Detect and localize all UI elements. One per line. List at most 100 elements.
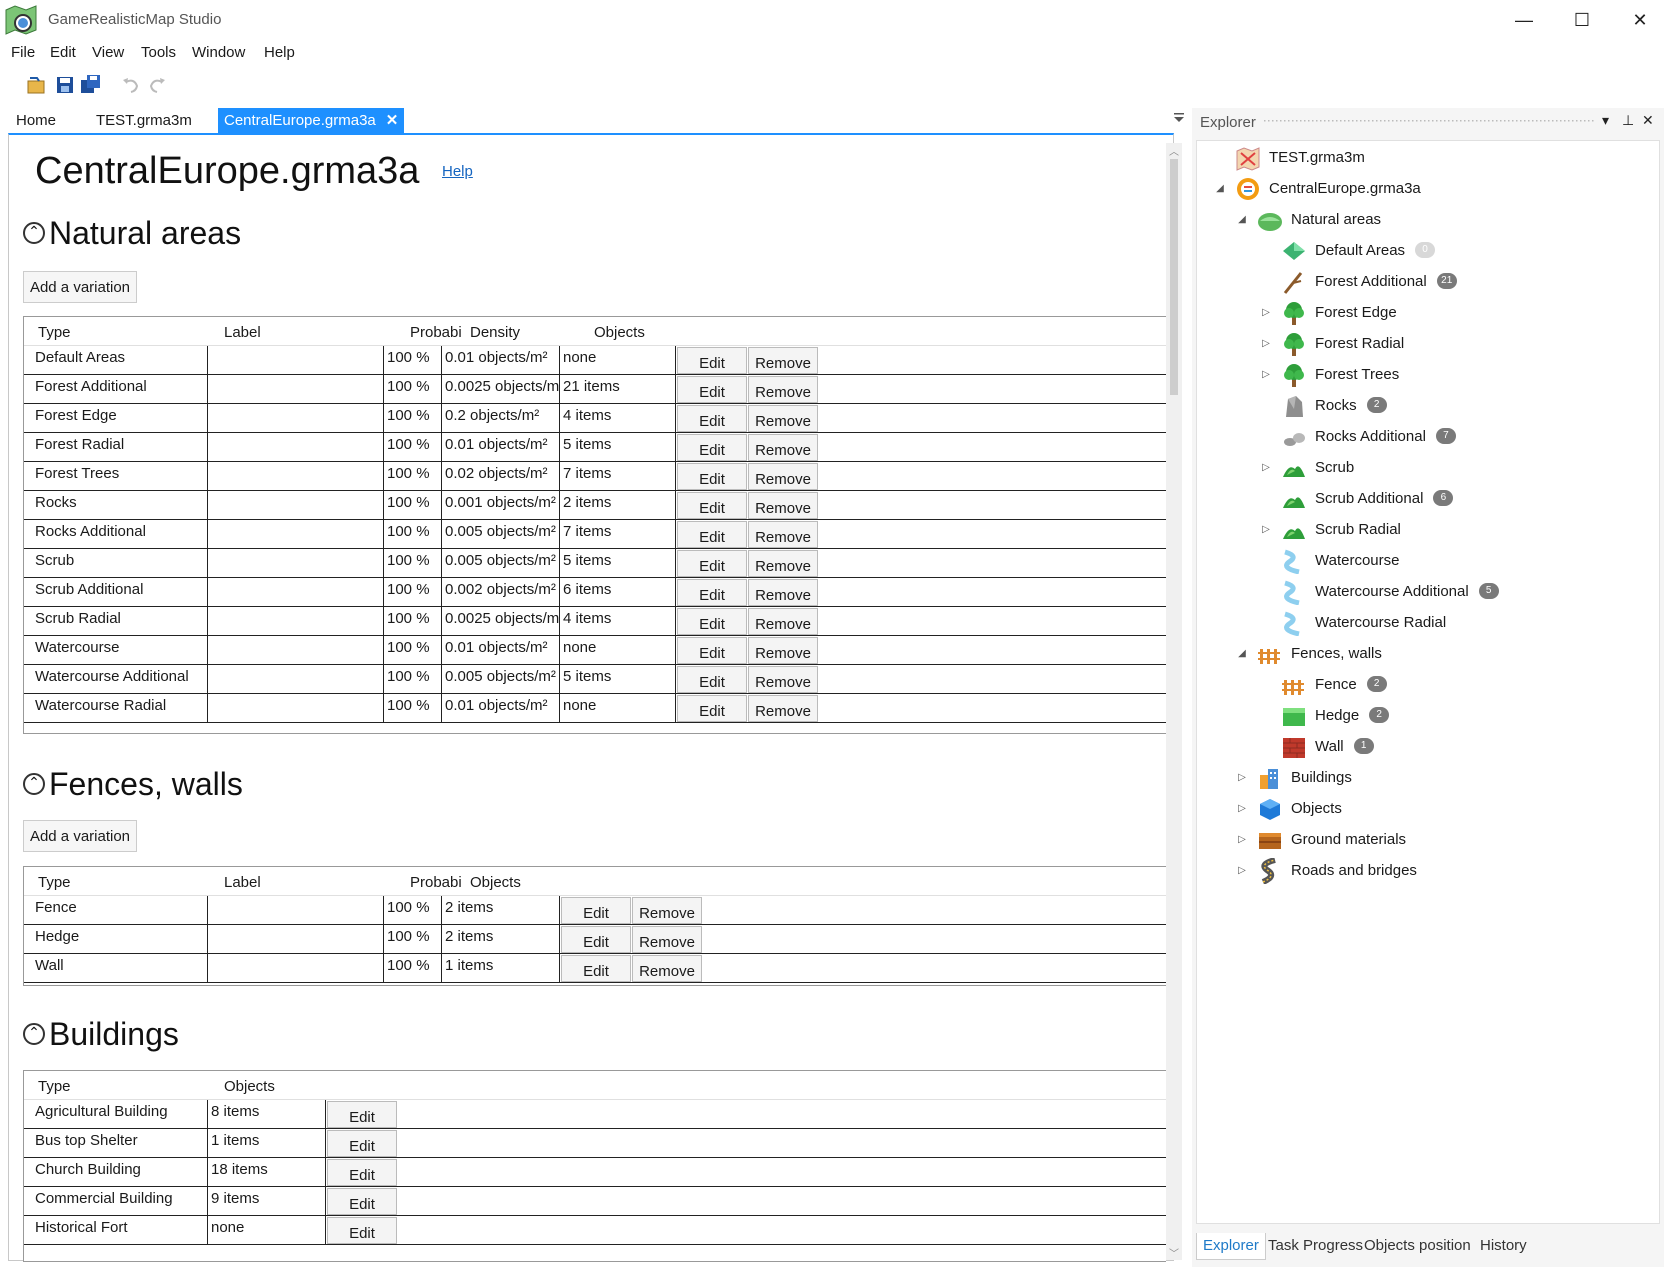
- remove-button[interactable]: Remove: [748, 608, 818, 635]
- col-label[interactable]: Label: [224, 324, 261, 341]
- edit-button[interactable]: Edit: [561, 926, 631, 953]
- edit-button[interactable]: Edit: [327, 1159, 397, 1186]
- cell-label[interactable]: [208, 954, 384, 983]
- close-window-button[interactable]: ✕: [1620, 6, 1660, 34]
- add-variation-button[interactable]: Add a variation: [23, 820, 137, 852]
- tree-expander-icon[interactable]: ▷: [1259, 454, 1273, 482]
- collapse-icon[interactable]: ⌃: [23, 1022, 45, 1045]
- cell-label[interactable]: [208, 607, 384, 636]
- scroll-thumb[interactable]: [1170, 159, 1178, 395]
- edit-button[interactable]: Edit: [677, 608, 747, 635]
- menu-help[interactable]: Help: [264, 44, 295, 61]
- scroll-down-icon[interactable]: ﹀: [1166, 1245, 1182, 1260]
- remove-button[interactable]: Remove: [748, 637, 818, 664]
- remove-button[interactable]: Remove: [632, 897, 702, 924]
- remove-button[interactable]: Remove: [748, 666, 818, 693]
- edit-button[interactable]: Edit: [327, 1188, 397, 1215]
- edit-button[interactable]: Edit: [677, 579, 747, 606]
- cell-label[interactable]: [208, 491, 384, 520]
- table-row[interactable]: Rocks Additional 100 % 0.005 objects/m² 7 i…: [24, 520, 1166, 549]
- tree-expander-icon[interactable]: ▷: [1235, 795, 1249, 823]
- tab-overflow-icon[interactable]: [1172, 110, 1186, 124]
- remove-button[interactable]: Remove: [748, 376, 818, 403]
- remove-button[interactable]: Remove: [748, 521, 818, 548]
- tree-expander-icon[interactable]: ◢: [1235, 206, 1249, 234]
- edit-button[interactable]: Edit: [677, 434, 747, 461]
- table-row[interactable]: Forest Radial 100 % 0.01 objects/m² 5 items…: [24, 433, 1166, 462]
- cell-label[interactable]: [208, 896, 384, 925]
- panel-menu-icon[interactable]: ▾: [1602, 112, 1609, 129]
- menu-window[interactable]: Window: [192, 44, 245, 61]
- remove-button[interactable]: Remove: [748, 695, 818, 722]
- cell-label[interactable]: [208, 636, 384, 665]
- table-row[interactable]: Scrub Additional 100 % 0.002 objects/m² 6 i…: [24, 578, 1166, 607]
- tree-expander-icon[interactable]: ▷: [1259, 299, 1273, 327]
- menu-file[interactable]: File: [11, 44, 35, 61]
- table-row[interactable]: Agricultural Building 8 items Edit: [24, 1100, 1166, 1129]
- save-icon[interactable]: [54, 74, 76, 96]
- cell-label[interactable]: [208, 404, 384, 433]
- col-type[interactable]: Type: [38, 874, 71, 891]
- cell-label[interactable]: [208, 578, 384, 607]
- table-row[interactable]: Default Areas 100 % 0.01 objects/m² none Edi…: [24, 346, 1166, 375]
- cell-label[interactable]: [208, 375, 384, 404]
- col-objects[interactable]: Objects: [470, 874, 521, 891]
- tab-test-grma3m[interactable]: TEST.grma3m: [90, 108, 198, 134]
- edit-button[interactable]: Edit: [327, 1130, 397, 1157]
- remove-button[interactable]: Remove: [748, 347, 818, 374]
- redo-icon[interactable]: [146, 74, 168, 96]
- table-row[interactable]: Watercourse Additional 100 % 0.005 objects…: [24, 665, 1166, 694]
- drag-grip[interactable]: [1264, 120, 1594, 124]
- remove-button[interactable]: Remove: [748, 550, 818, 577]
- table-row[interactable]: Church Building 18 items Edit: [24, 1158, 1166, 1187]
- menu-tools[interactable]: Tools: [141, 44, 176, 61]
- cell-label[interactable]: [208, 433, 384, 462]
- edit-button[interactable]: Edit: [677, 492, 747, 519]
- undo-icon[interactable]: [120, 74, 142, 96]
- scroll-up-icon[interactable]: ︿: [1166, 143, 1182, 158]
- edit-button[interactable]: Edit: [677, 637, 747, 664]
- table-row[interactable]: Forest Additional 100 % 0.0025 objects/m² 2…: [24, 375, 1166, 404]
- col-type[interactable]: Type: [38, 1078, 71, 1095]
- tab-centraleurope[interactable]: CentralEurope.grma3a ✕: [218, 108, 405, 134]
- tree-expander-icon[interactable]: ▷: [1235, 764, 1249, 792]
- table-row[interactable]: Rocks 100 % 0.001 objects/m² 2 items Edit Rem…: [24, 491, 1166, 520]
- cell-label[interactable]: [208, 520, 384, 549]
- table-row[interactable]: Hedge 100 % 2 items Edit Remove: [24, 925, 1166, 954]
- col-probability[interactable]: Probabi: [410, 874, 462, 891]
- table-row[interactable]: Historical Fort none Edit: [24, 1216, 1166, 1245]
- edit-button[interactable]: Edit: [677, 376, 747, 403]
- minimize-button[interactable]: —: [1504, 6, 1544, 34]
- panel-tab-task-progress[interactable]: Task Progress: [1262, 1233, 1369, 1259]
- cell-label[interactable]: [208, 665, 384, 694]
- tree-expander-icon[interactable]: ◢: [1235, 640, 1249, 668]
- cell-label[interactable]: [208, 549, 384, 578]
- table-row[interactable]: Watercourse Radial 100 % 0.01 objects/m² no…: [24, 694, 1166, 723]
- edit-button[interactable]: Edit: [677, 666, 747, 693]
- remove-button[interactable]: Remove: [632, 926, 702, 953]
- col-type[interactable]: Type: [38, 324, 71, 341]
- cell-label[interactable]: [208, 694, 384, 723]
- tree-expander-icon[interactable]: ▷: [1259, 330, 1273, 358]
- remove-button[interactable]: Remove: [748, 579, 818, 606]
- table-row[interactable]: Bus top Shelter 1 items Edit: [24, 1129, 1166, 1158]
- edit-button[interactable]: Edit: [677, 695, 747, 722]
- remove-button[interactable]: Remove: [748, 492, 818, 519]
- table-row[interactable]: Scrub Radial 100 % 0.0025 objects/m² 4 item…: [24, 607, 1166, 636]
- table-row[interactable]: Wall 100 % 1 items Edit Remove: [24, 954, 1166, 983]
- tree-expander-icon[interactable]: ▷: [1235, 857, 1249, 885]
- edit-button[interactable]: Edit: [677, 550, 747, 577]
- table-row[interactable]: Commercial Building 9 items Edit: [24, 1187, 1166, 1216]
- col-probability[interactable]: Probabi: [410, 324, 462, 341]
- panel-tab-history[interactable]: History: [1474, 1233, 1533, 1259]
- maximize-button[interactable]: ☐: [1562, 6, 1602, 34]
- tab-home[interactable]: Home: [10, 108, 62, 134]
- menu-view[interactable]: View: [92, 44, 124, 61]
- remove-button[interactable]: Remove: [748, 405, 818, 432]
- save-all-icon[interactable]: [80, 74, 102, 96]
- table-row[interactable]: Watercourse 100 % 0.01 objects/m² none Edit R…: [24, 636, 1166, 665]
- cell-label[interactable]: [208, 462, 384, 491]
- add-variation-button[interactable]: Add a variation: [23, 271, 137, 303]
- table-row[interactable]: Fence 100 % 2 items Edit Remove: [24, 896, 1166, 925]
- col-density[interactable]: Density: [470, 324, 520, 341]
